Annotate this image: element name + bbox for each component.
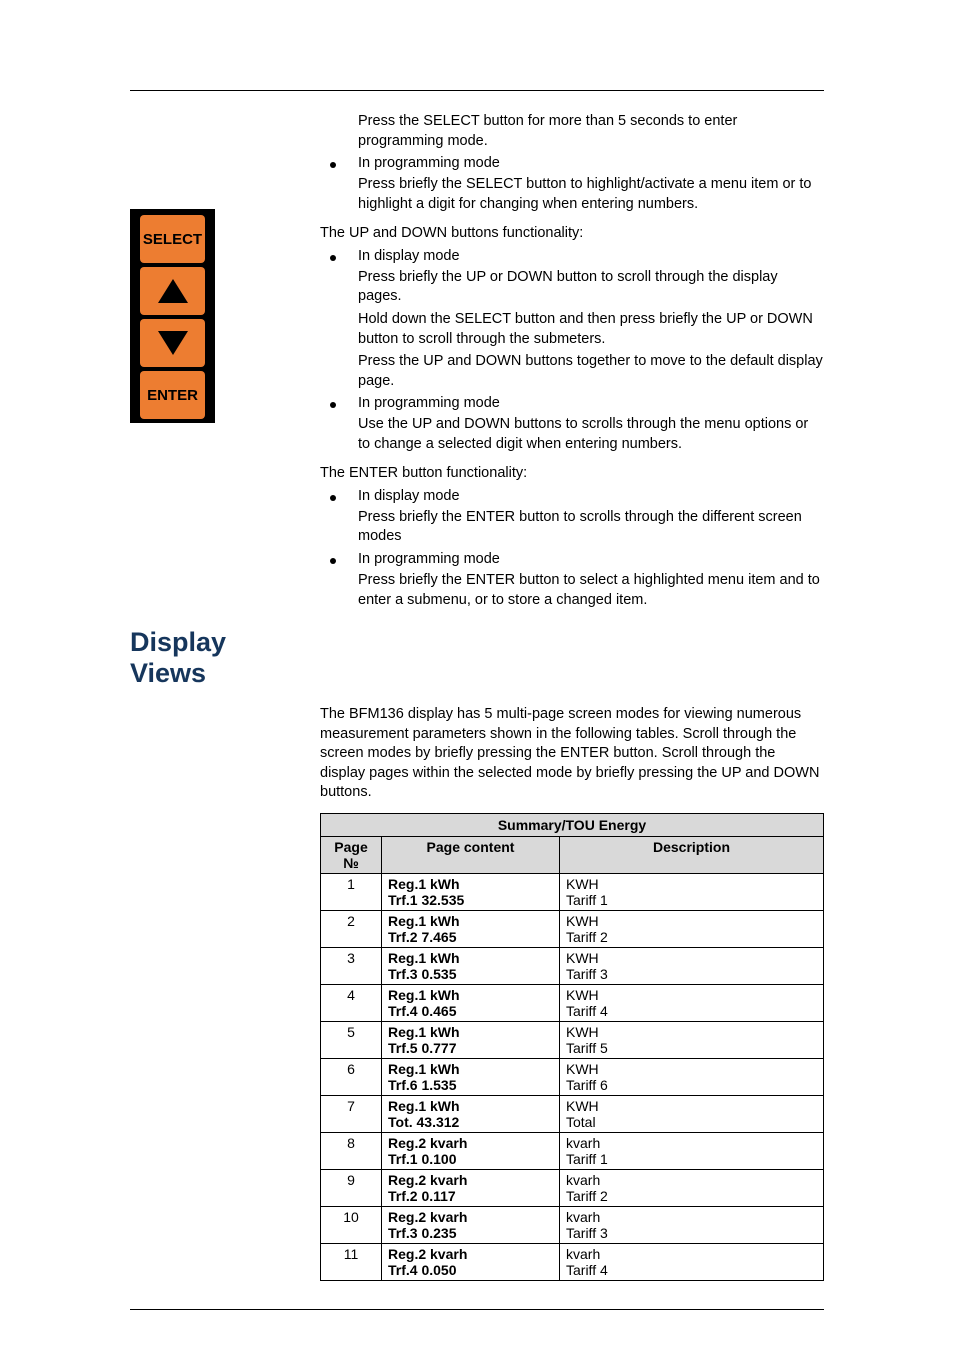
up-button [140,267,205,315]
device-button-panel: SELECT ENTER [130,209,215,423]
updown-p2: Hold down the SELECT button and then pre… [358,310,824,349]
cell-description: KWHTotal [560,1095,824,1132]
cell-description: KWHTariff 5 [560,1021,824,1058]
enter-button: ENTER [140,371,205,419]
cell-page-no: 4 [321,984,382,1021]
cell-page-content: Reg.2 kvarhTrf.2 0.117 [382,1169,560,1206]
cell-description: KWHTariff 2 [560,910,824,947]
th-page-content: Page content [382,836,560,873]
th-page-no: Page № [321,836,382,873]
cell-description: kvarhTariff 1 [560,1132,824,1169]
table-row: 3Reg.1 kWhTrf.3 0.535KWHTariff 3 [321,947,824,984]
cell-page-no: 6 [321,1058,382,1095]
cell-description: KWHTariff 6 [560,1058,824,1095]
cell-page-content: Reg.1 kWhTrf.6 1.535 [382,1058,560,1095]
bullet-icon [330,495,336,501]
cell-page-content: Reg.1 kWhTrf.4 0.465 [382,984,560,1021]
bullet-enter-programming: In programming mode [330,551,824,567]
bullet-icon [330,162,336,168]
bullet-enter-display: In display mode [330,488,824,504]
cell-page-no: 3 [321,947,382,984]
cell-description: kvarhTariff 2 [560,1169,824,1206]
cell-description: KWHTariff 1 [560,873,824,910]
bullet-display-mode: In display mode [330,248,824,264]
summary-tou-table: Page № Page content Description 1Reg.1 k… [320,836,824,1281]
updown-intro: The UP and DOWN buttons functionality: [320,224,824,244]
enter-p1: Press briefly the ENTER button to scroll… [358,508,824,547]
cell-page-content: Reg.2 kvarhTrf.4 0.050 [382,1243,560,1280]
table-row: 8Reg.2 kvarhTrf.1 0.100kvarhTariff 1 [321,1132,824,1169]
bullet-text: In display mode [358,488,460,504]
cell-page-no: 1 [321,873,382,910]
updown-p1: Press briefly the UP or DOWN button to s… [358,268,824,307]
cell-page-content: Reg.1 kWhTrf.2 7.465 [382,910,560,947]
bullet-icon [330,558,336,564]
cell-page-content: Reg.1 kWhTrf.1 32.535 [382,873,560,910]
bullet-icon [330,255,336,261]
updown-p4: Use the UP and DOWN buttons to scrolls t… [358,415,824,454]
cell-description: kvarhTariff 4 [560,1243,824,1280]
bullet-programming-mode-2: In programming mode [330,395,824,411]
table-row: 6Reg.1 kWhTrf.6 1.535KWHTariff 6 [321,1058,824,1095]
display-views-intro: The BFM136 display has 5 multi-page scre… [320,705,824,803]
bullet-text: In display mode [358,248,460,264]
cell-page-content: Reg.2 kvarhTrf.3 0.235 [382,1206,560,1243]
cell-page-no: 8 [321,1132,382,1169]
table-row: 1Reg.1 kWhTrf.1 32.535KWHTariff 1 [321,873,824,910]
bullet-programming-mode: In programming mode [330,155,824,171]
cell-page-content: Reg.1 kWhTrf.3 0.535 [382,947,560,984]
select-brief-press-text: Press briefly the SELECT button to highl… [358,175,824,214]
table-row: 4Reg.1 kWhTrf.4 0.465KWHTariff 4 [321,984,824,1021]
table-title: Summary/TOU Energy [320,813,824,836]
cell-description: KWHTariff 3 [560,947,824,984]
cell-page-no: 9 [321,1169,382,1206]
table-row: 2Reg.1 kWhTrf.2 7.465KWHTariff 2 [321,910,824,947]
updown-p3: Press the UP and DOWN buttons together t… [358,352,824,391]
cell-page-content: Reg.2 kvarhTrf.1 0.100 [382,1132,560,1169]
cell-page-no: 11 [321,1243,382,1280]
enter-p2: Press briefly the ENTER button to select… [358,571,824,610]
cell-description: KWHTariff 4 [560,984,824,1021]
table-row: 10Reg.2 kvarhTrf.3 0.235kvarhTariff 3 [321,1206,824,1243]
table-row: 7Reg.1 kWhTot. 43.312KWHTotal [321,1095,824,1132]
table-row: 9Reg.2 kvarhTrf.2 0.117kvarhTariff 2 [321,1169,824,1206]
cell-page-no: 5 [321,1021,382,1058]
cell-page-content: Reg.1 kWhTot. 43.312 [382,1095,560,1132]
bullet-text: In programming mode [358,551,500,567]
cell-page-no: 10 [321,1206,382,1243]
cell-page-no: 2 [321,910,382,947]
bullet-text: In programming mode [358,155,500,171]
cell-description: kvarhTariff 3 [560,1206,824,1243]
th-description: Description [560,836,824,873]
table-row: 5Reg.1 kWhTrf.5 0.777KWHTariff 5 [321,1021,824,1058]
enter-intro: The ENTER button functionality: [320,464,824,484]
bullet-icon [330,402,336,408]
table-row: 11Reg.2 kvarhTrf.4 0.050kvarhTariff 4 [321,1243,824,1280]
down-button [140,319,205,367]
bullet-text: In programming mode [358,395,500,411]
select-long-press-text: Press the SELECT button for more than 5 … [358,112,824,151]
cell-page-content: Reg.1 kWhTrf.5 0.777 [382,1021,560,1058]
select-button: SELECT [140,215,205,263]
section-heading-display-views: Display Views [130,627,300,689]
cell-page-no: 7 [321,1095,382,1132]
